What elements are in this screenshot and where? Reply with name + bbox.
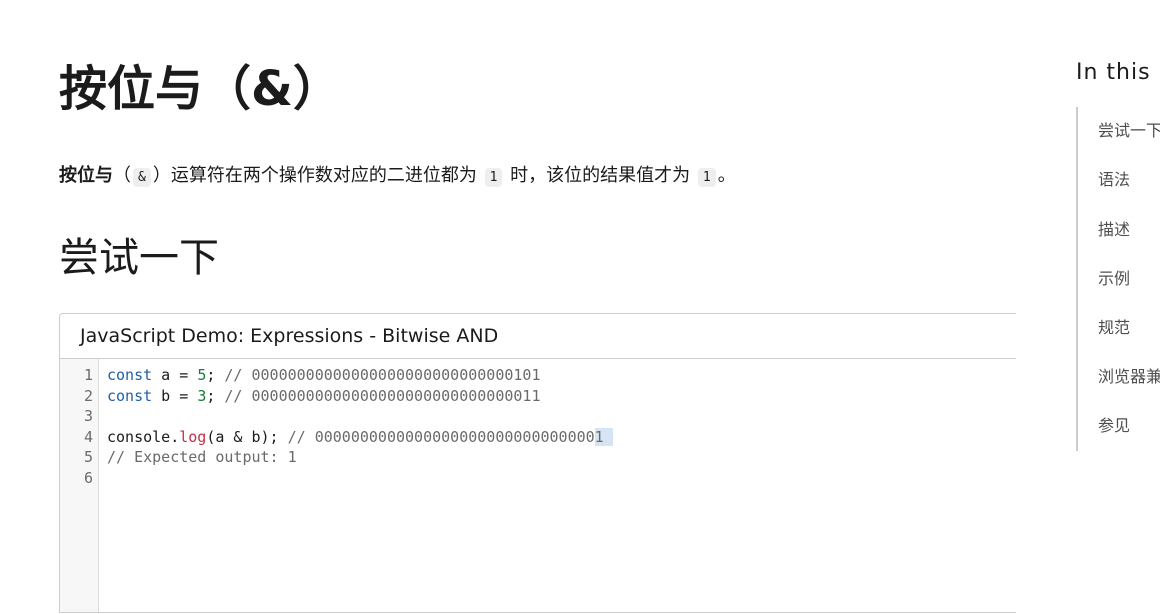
intro-paragraph: 按位与（ & ）运算符在两个操作数对应的二进位都为 1 时，该位的结果值才为 1。 [59,160,736,194]
code-punct: ; [206,366,225,384]
value-code-1: 1 [484,168,503,187]
page: 按位与（&） 按位与（ & ）运算符在两个操作数对应的二进位都为 1 时，该位的结果… [0,0,1160,614]
toc-link-description[interactable]: 描述 [1098,218,1130,242]
toc-link-specifications[interactable]: 规范 [1098,316,1130,340]
line-number: 3 [83,407,93,425]
intro-paren-close: ） [152,165,171,186]
code-args: (a & b); [206,427,288,446]
code-identifier: a = [152,366,198,384]
code-comment: // 00000000000000000000000000000101 [224,366,541,384]
code-line[interactable] [107,468,1016,489]
intro-paren-open: （ [113,165,131,186]
code-number: 3 [197,386,207,405]
intro-term: 按位与 [59,165,113,186]
line-number: 2 [83,386,93,405]
toc-link-browser-compat[interactable]: 浏览器兼 [1098,365,1160,389]
line-number: 6 [83,468,93,487]
toc-title: In this [1076,60,1151,85]
page-title: 按位与（&） [59,61,341,117]
interactive-demo: JavaScript Demo: Expressions - Bitwise A… [59,313,1016,613]
code-line[interactable] [107,406,1016,427]
demo-title: JavaScript Demo: Expressions - Bitwise A… [60,314,1016,359]
toc-link-examples[interactable]: 示例 [1098,267,1130,291]
code-punct: ; [206,386,225,405]
code-content[interactable]: const a = 5; // 000000000000000000000000… [107,365,1016,488]
toc-link-try-it[interactable]: 尝试一下 [1098,119,1160,143]
code-line[interactable]: // Expected output: 1 [107,447,1016,468]
code-keyword: const [107,386,153,405]
toc-link-syntax[interactable]: 语法 [1098,168,1130,192]
code-line[interactable]: console.log(a & b); // 00000000000000000… [107,427,1016,448]
line-number: 1 [83,366,93,384]
code-keyword: const [107,366,153,384]
line-number: 4 [83,427,93,446]
toc-link-see-also[interactable]: 参见 [1098,414,1130,438]
operator-code: & [133,168,151,187]
code-comment: // 00000000000000000000000000000011 [224,386,541,405]
code-line[interactable]: const a = 5; // 000000000000000000000000… [107,365,1016,386]
code-comment: // 0000000000000000000000000000000 [287,427,595,446]
intro-text-2: 时，该位的结果值才为 [510,165,691,186]
intro-text-1: 运算符在两个操作数对应的二进位都为 [170,165,477,186]
line-number: 5 [83,448,93,466]
code-identifier: b = [152,386,198,405]
code-editor[interactable]: 1 2 3 4 5 6 const a = 5; // 000000000000… [60,359,1016,612]
code-comment: // Expected output: 1 [107,448,297,466]
code-line[interactable]: const b = 3; // 000000000000000000000000… [107,386,1016,407]
section-heading-try-it: 尝试一下 [59,235,219,281]
code-object: console. [107,427,180,446]
code-function: log [179,427,207,446]
intro-end: 。 [717,165,736,186]
table-of-contents: 尝试一下 语法 描述 示例 规范 浏览器兼 参见 [1076,107,1160,451]
code-number: 5 [197,366,207,384]
code-selection: 1 [594,427,613,446]
value-code-2: 1 [697,168,716,187]
line-number-gutter: 1 2 3 4 5 6 [60,359,99,612]
